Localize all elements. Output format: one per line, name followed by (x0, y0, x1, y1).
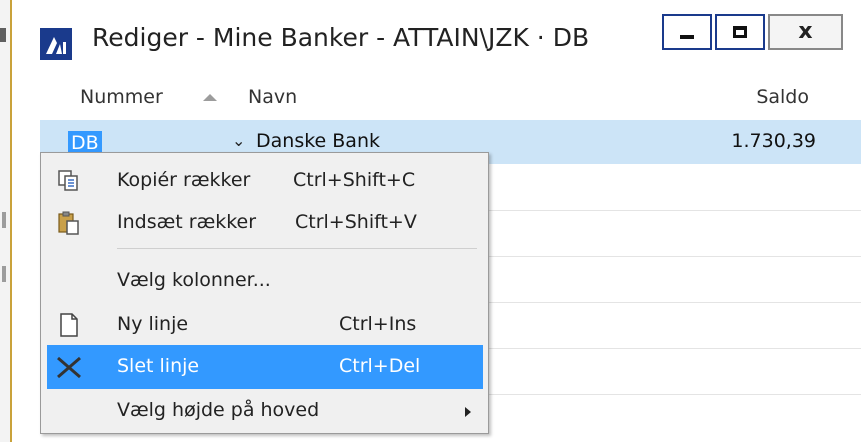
submenu-arrow-icon (465, 407, 471, 417)
maximize-icon (733, 26, 747, 38)
maximize-button[interactable] (715, 14, 765, 50)
minimize-icon (680, 35, 694, 39)
menu-separator (117, 248, 477, 249)
new-line-icon (60, 313, 78, 337)
navn-cell[interactable]: Danske Bank (256, 130, 380, 152)
background-window-mark (0, 28, 6, 42)
background-window-mark (2, 212, 6, 228)
title-bar[interactable]: Rediger - Mine Banker - ATTAIN\JZK · DB … (12, 0, 861, 80)
menu-item-delete-line[interactable]: Slet linje Ctrl+Del (47, 345, 483, 389)
menu-item-paste-rows[interactable]: Indsæt rækker Ctrl+Shift+V (47, 201, 483, 245)
chevron-down-icon[interactable]: ⌄ (232, 131, 245, 150)
menu-item-copy-rows[interactable]: Kopiér rækker Ctrl+Shift+C (47, 159, 483, 203)
minimize-button[interactable] (662, 14, 712, 50)
delete-icon (57, 356, 81, 379)
window-title: Rediger - Mine Banker - ATTAIN\JZK · DB (92, 23, 590, 52)
saldo-cell[interactable]: 1.730,39 (731, 130, 816, 152)
menu-item-choose-columns[interactable]: Vælg kolonner... (47, 259, 483, 303)
menu-item-header-height[interactable]: Vælg højde på hoved (47, 389, 483, 433)
column-header-saldo[interactable]: Saldo (756, 86, 809, 108)
column-header-nummer[interactable]: Nummer (80, 86, 163, 108)
background-window-mark (2, 266, 6, 282)
paste-rows-icon (58, 211, 79, 235)
app-logo-icon (40, 28, 72, 60)
column-header-navn[interactable]: Navn (248, 86, 297, 108)
context-menu: Kopiér rækker Ctrl+Shift+C Indsæt rækker… (40, 152, 489, 434)
copy-rows-icon (58, 170, 78, 191)
close-button[interactable]: x (768, 14, 843, 50)
menu-item-new-line[interactable]: Ny linje Ctrl+Ins (47, 303, 483, 347)
close-icon: x (798, 19, 813, 44)
sort-ascending-icon (203, 94, 217, 101)
